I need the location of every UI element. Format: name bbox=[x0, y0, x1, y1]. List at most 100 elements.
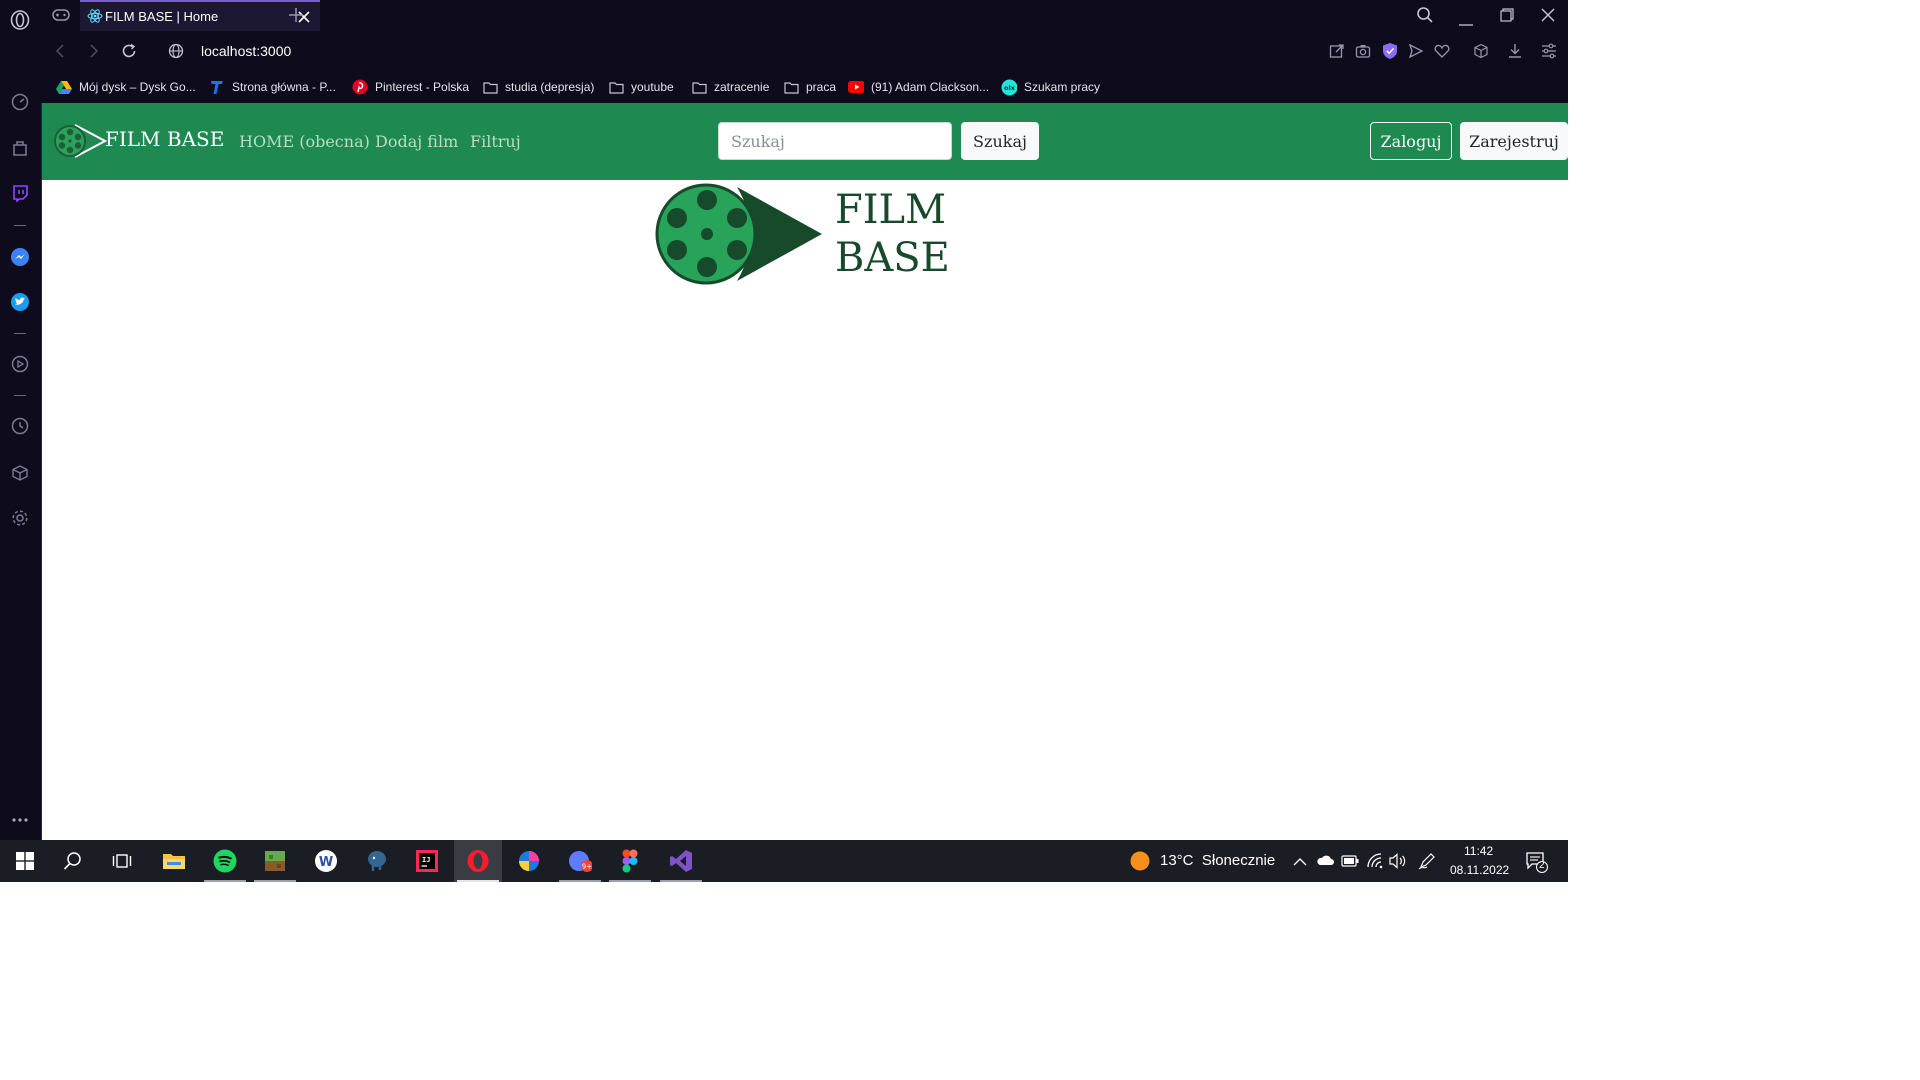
hero-title-line2: BASE bbox=[835, 235, 950, 281]
intellij-idea-icon[interactable]: IJ bbox=[415, 849, 439, 873]
history-icon[interactable] bbox=[10, 416, 30, 436]
twitter-icon[interactable] bbox=[10, 292, 30, 312]
onedrive-cloud-icon[interactable] bbox=[1316, 853, 1334, 871]
windows-start-icon[interactable] bbox=[13, 849, 37, 873]
bookmark-label: Szukam pracy bbox=[1024, 80, 1101, 94]
battery-icon[interactable] bbox=[1341, 854, 1359, 872]
close-window-icon[interactable] bbox=[1541, 8, 1555, 27]
bookmark-item[interactable]: zatracenie bbox=[691, 78, 769, 96]
easy-setup-icon[interactable] bbox=[1541, 43, 1557, 64]
nav-link-filter[interactable]: Filtruj bbox=[470, 132, 521, 151]
cube-icon[interactable] bbox=[1473, 43, 1489, 64]
bookmark-item[interactable]: praca bbox=[783, 78, 836, 96]
windows-taskbar: W IJ 9+ 13°C Słonecznie 11:42 08.11.2022… bbox=[0, 840, 1568, 882]
extensions-cube-icon[interactable] bbox=[10, 463, 30, 483]
back-icon[interactable] bbox=[55, 44, 65, 63]
snapshot-camera-icon[interactable] bbox=[1355, 43, 1371, 64]
weather-text[interactable]: 13°C Słonecznie bbox=[1160, 852, 1275, 869]
bookmark-label: zatracenie bbox=[714, 80, 770, 94]
player-icon[interactable] bbox=[10, 354, 30, 374]
running-indicator bbox=[204, 880, 246, 882]
bookmark-item[interactable]: youtube bbox=[608, 78, 674, 96]
bookmark-item[interactable]: Pinterest - Polska bbox=[352, 78, 469, 96]
messenger-icon[interactable] bbox=[10, 247, 30, 267]
tab-active[interactable]: FILM BASE | Home bbox=[80, 0, 320, 31]
minimize-icon[interactable] bbox=[1459, 14, 1473, 32]
settings-gear-icon[interactable] bbox=[10, 508, 30, 528]
olx-icon: olx bbox=[1001, 79, 1017, 95]
file-explorer-icon[interactable] bbox=[162, 849, 186, 873]
pen-workspace-icon[interactable] bbox=[1418, 852, 1436, 875]
clock-date[interactable]: 08.11.2022 bbox=[1450, 863, 1509, 877]
more-dots-icon[interactable] bbox=[10, 810, 30, 830]
wifi-icon[interactable] bbox=[1366, 853, 1384, 874]
bookmark-label: Mój dysk – Dysk Go... bbox=[79, 80, 196, 94]
twitch-icon[interactable] bbox=[10, 183, 30, 203]
bookmark-item[interactable]: Mój dysk – Dysk Go... bbox=[56, 78, 196, 96]
postgresql-icon[interactable] bbox=[365, 849, 389, 873]
restore-icon[interactable] bbox=[1500, 8, 1514, 27]
bookmark-item[interactable]: studia (depresja) bbox=[482, 78, 594, 96]
search-icon[interactable] bbox=[61, 849, 85, 873]
forward-icon[interactable] bbox=[89, 44, 99, 63]
bookmark-item[interactable]: (91) Adam Clackson... bbox=[848, 78, 989, 96]
svg-text:IJ: IJ bbox=[422, 856, 430, 864]
running-indicator bbox=[609, 880, 651, 882]
pinterest-icon bbox=[352, 79, 368, 95]
reload-icon[interactable] bbox=[121, 43, 137, 64]
bookmarks-bar: Mój dysk – Dysk Go... Strona główna - P.… bbox=[41, 71, 1568, 103]
volume-icon[interactable] bbox=[1389, 853, 1407, 874]
heart-icon[interactable] bbox=[1434, 43, 1450, 64]
figma-icon[interactable] bbox=[618, 849, 642, 873]
brand-name[interactable]: FILM BASE bbox=[105, 127, 224, 151]
hero-logo-icon bbox=[655, 183, 825, 292]
shopping-bag-icon[interactable] bbox=[10, 138, 30, 158]
bookmark-item[interactable]: Strona główna - P... bbox=[209, 78, 336, 96]
browser-sidebar bbox=[0, 0, 42, 840]
speed-dial-icon[interactable] bbox=[10, 92, 30, 112]
login-button[interactable]: Zaloguj bbox=[1370, 122, 1452, 160]
new-tab-plus-icon[interactable] bbox=[289, 8, 303, 27]
url-field[interactable]: localhost:3000 bbox=[201, 43, 291, 59]
running-indicator bbox=[660, 880, 702, 882]
color-ball-app-icon[interactable] bbox=[517, 849, 541, 873]
bookmark-label: youtube bbox=[631, 80, 674, 94]
folder-icon bbox=[783, 79, 799, 95]
bookmark-label: Strona główna - P... bbox=[232, 80, 336, 94]
chat-app-icon[interactable]: 9+ bbox=[568, 849, 592, 873]
nav-link-home[interactable]: HOME (obecna) bbox=[239, 132, 370, 151]
download-icon[interactable] bbox=[1507, 43, 1523, 64]
weather-sun-icon[interactable] bbox=[1130, 851, 1150, 876]
search-input[interactable] bbox=[718, 122, 952, 160]
folder-icon bbox=[482, 79, 498, 95]
brand-logo-icon[interactable] bbox=[53, 123, 108, 164]
share-icon[interactable] bbox=[1329, 43, 1345, 64]
search-button[interactable]: Szukaj bbox=[961, 122, 1039, 160]
nav-link-add-film[interactable]: Dodaj film bbox=[375, 132, 458, 151]
bookmark-label: studia (depresja) bbox=[505, 80, 595, 94]
opera-browser-icon[interactable] bbox=[466, 849, 490, 873]
clock-time[interactable]: 11:42 bbox=[1464, 844, 1493, 858]
notifications-icon[interactable] bbox=[1526, 851, 1550, 878]
chevron-up-icon[interactable] bbox=[1293, 854, 1307, 872]
google-drive-icon bbox=[56, 79, 72, 95]
gamepad-icon[interactable] bbox=[52, 7, 70, 28]
bookmark-label: praca bbox=[806, 80, 837, 94]
site-navbar: FILM BASE HOME (obecna) Dodaj film Filtr… bbox=[42, 103, 1568, 180]
app-circle-icon[interactable]: W bbox=[314, 849, 338, 873]
running-indicator bbox=[457, 880, 499, 882]
register-button[interactable]: Zarejestruj bbox=[1460, 122, 1568, 160]
visual-studio-icon[interactable] bbox=[669, 849, 693, 873]
spotify-icon[interactable] bbox=[213, 849, 237, 873]
task-view-icon[interactable] bbox=[110, 849, 134, 873]
bookmark-item[interactable]: olx Szukam pracy bbox=[1001, 78, 1100, 96]
site-info-globe-icon[interactable] bbox=[168, 43, 184, 64]
minecraft-launcher-icon[interactable] bbox=[263, 849, 287, 873]
svg-text:olx: olx bbox=[1004, 84, 1016, 92]
send-icon[interactable] bbox=[1408, 43, 1424, 64]
hero-title-line1: FILM bbox=[835, 187, 947, 233]
folder-icon bbox=[608, 79, 624, 95]
opera-menu-icon[interactable] bbox=[10, 10, 30, 30]
search-tabs-icon[interactable] bbox=[1416, 6, 1434, 29]
vpn-shield-icon[interactable] bbox=[1382, 42, 1398, 65]
